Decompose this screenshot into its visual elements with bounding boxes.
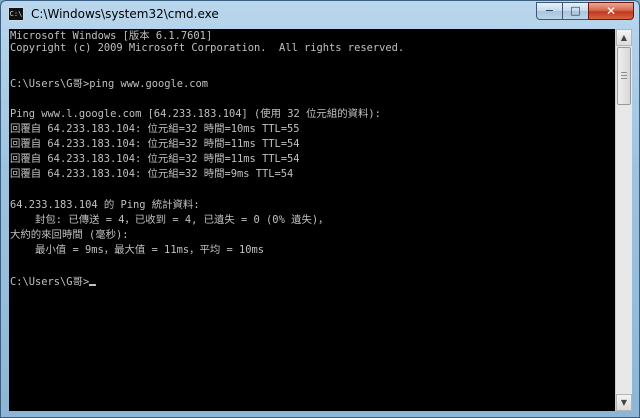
window-title: C:\Windows\system32\cmd.exe — [31, 7, 219, 21]
thumb-grip — [621, 72, 627, 73]
console-line: 最小值 = 9ms，最大值 = 11ms，平均 = 10ms — [10, 244, 265, 256]
console-line: Copyright (c) 2009 Microsoft Corporation… — [10, 42, 405, 54]
console-line: C:\Users\G哥>ping www.google.com — [10, 78, 209, 90]
console-line: 封包: 已傳送 = 4，已收到 = 4, 已遺失 = 0 (0% 遺失)， — [10, 214, 329, 226]
console-line: Microsoft Windows [版本 6.1.7601] — [10, 30, 213, 42]
thumb-grip — [621, 78, 627, 79]
title-bar[interactable]: C:\ C:\Windows\system32\cmd.exe − □ ✕ — [1, 1, 639, 29]
scroll-up-button[interactable]: ▲ — [616, 29, 632, 46]
prompt-line: C:\Users\G哥> — [10, 276, 97, 288]
console-line: 回覆自 64.233.183.104: 位元組=32 時間=11ms TTL=5… — [10, 153, 300, 165]
vertical-scrollbar[interactable]: ▲ ▼ — [615, 29, 632, 411]
console-line: 回覆自 64.233.183.104: 位元組=32 時間=11ms TTL=5… — [10, 138, 300, 150]
console-line: 64.233.183.104 的 Ping 統計資料: — [10, 199, 200, 211]
console-line: Ping www.l.google.com [64.233.183.104] (… — [10, 108, 381, 120]
scroll-down-button[interactable]: ▼ — [616, 394, 632, 411]
minimize-button[interactable]: − — [536, 2, 563, 20]
cmd-window: C:\ C:\Windows\system32\cmd.exe − □ ✕ Mi… — [0, 0, 640, 418]
scroll-thumb[interactable] — [617, 47, 631, 105]
thumb-grip — [621, 75, 627, 76]
console-area[interactable]: Microsoft Windows [版本 6.1.7601] Copyrigh… — [9, 29, 615, 411]
console-line: 回覆自 64.233.183.104: 位元組=32 時間=10ms TTL=5… — [10, 123, 300, 135]
maximize-button[interactable]: □ — [562, 2, 589, 20]
console-line: 大約的來回時間 (毫秒): — [10, 229, 129, 241]
prompt-text: C:\Users\G哥> — [10, 276, 90, 288]
text-cursor — [89, 284, 97, 286]
close-button[interactable]: ✕ — [588, 2, 634, 20]
window-bottom-border — [1, 411, 639, 417]
console-line: 回覆自 64.233.183.104: 位元組=32 時間=9ms TTL=54 — [10, 168, 294, 180]
cmd-icon[interactable]: C:\ — [8, 7, 24, 21]
